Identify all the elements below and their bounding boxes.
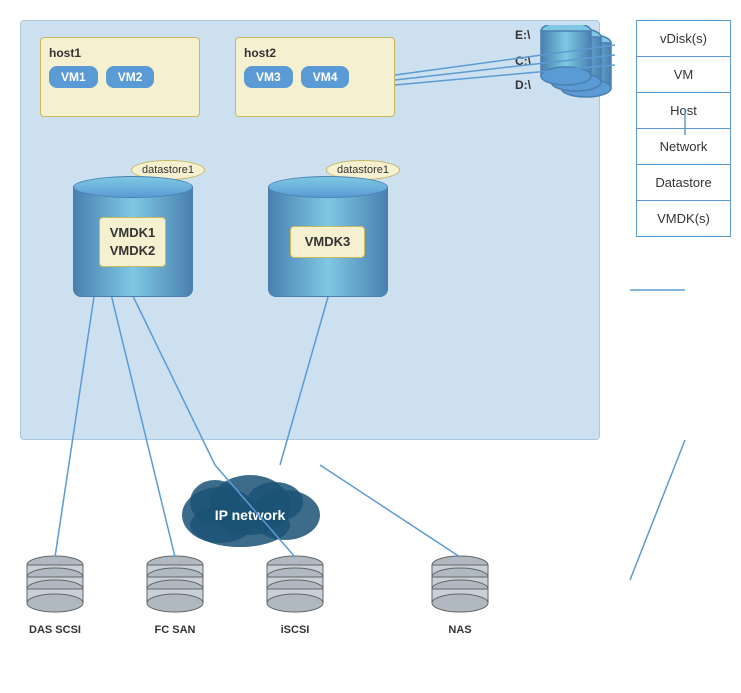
host2-vm-row: VM3 VM4: [244, 66, 386, 88]
ds1-cyl-top: [73, 176, 193, 198]
legend-panel: vDisk(s) VM Host Network Datastore VMDK(…: [636, 20, 731, 237]
legend-vmdk: VMDK(s): [636, 200, 731, 237]
drive-e: E:\: [515, 28, 531, 42]
host1-vm-row: VM1 VM2: [49, 66, 191, 88]
ip-network-cloud: IP network: [165, 460, 325, 540]
ds2-oval-wrapper: datastore1: [255, 160, 400, 176]
vm4-pill: VM4: [301, 66, 350, 88]
host2-label: host2: [244, 46, 386, 60]
diagram-container: host1 VM1 VM2 host2 VM3 VM4 datastore1 V…: [0, 0, 741, 693]
legend-network: Network: [636, 128, 731, 164]
das-label: DAS SCSI: [29, 624, 81, 636]
ds1-cylinder: VMDK1 VMDK2: [68, 176, 198, 296]
ds2-vmdk-label: VMDK3: [290, 226, 366, 258]
drive-c: C:\: [515, 54, 531, 68]
iscsi-label: iSCSI: [281, 624, 310, 636]
fc-label: FC SAN: [155, 624, 196, 636]
datastore2-wrapper: datastore1 VMDK3: [255, 160, 400, 296]
ds2-cylinder: VMDK3: [263, 176, 393, 296]
legend-host: Host: [636, 92, 731, 128]
ds1-oval-wrapper: datastore1: [60, 160, 205, 176]
svg-text:IP network: IP network: [215, 507, 286, 523]
legend-vdisk: vDisk(s): [636, 20, 731, 56]
ds1-vmdk-label: VMDK1 VMDK2: [99, 217, 167, 267]
host2-box: host2 VM3 VM4: [235, 37, 395, 117]
drive-d: D:\: [515, 78, 531, 92]
das-scsi-item: DAS SCSI: [25, 555, 85, 636]
nas-label: NAS: [448, 624, 471, 636]
fc-san-item: FC SAN: [145, 555, 205, 636]
legend-vm: VM: [636, 56, 731, 92]
host1-box: host1 VM1 VM2: [40, 37, 200, 117]
datastore1-wrapper: datastore1 VMDK1 VMDK2: [60, 160, 205, 296]
ds2-cyl-top: [268, 176, 388, 198]
iscsi-item: iSCSI: [265, 555, 325, 636]
vm1-pill: VM1: [49, 66, 98, 88]
ds1-cyl-body: VMDK1 VMDK2: [73, 187, 193, 297]
nas-item: NAS: [430, 555, 490, 636]
legend-datastore: Datastore: [636, 164, 731, 200]
vmdk2-text: VMDK2: [110, 243, 156, 258]
vm3-pill: VM3: [244, 66, 293, 88]
ds2-cyl-body: VMDK3: [268, 187, 388, 297]
drive-letters-group: E:\ C:\ D:\: [515, 28, 531, 92]
vmdk3-text: VMDK3: [305, 234, 351, 249]
vdisk-cylinders: [531, 25, 616, 118]
host1-label: host1: [49, 46, 191, 60]
vmdk1-text: VMDK1: [110, 225, 156, 240]
vm2-pill: VM2: [106, 66, 155, 88]
